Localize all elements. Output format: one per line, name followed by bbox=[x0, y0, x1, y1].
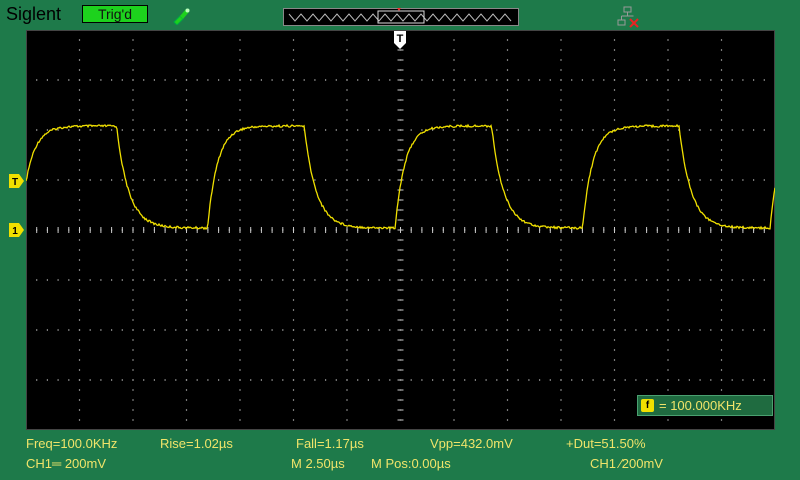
channel1-marker: 1 bbox=[9, 223, 24, 237]
network-disconnected-icon bbox=[617, 6, 639, 28]
trigger-level-marker: T bbox=[9, 174, 24, 188]
frequency-counter-icon: f bbox=[641, 399, 654, 412]
measure-duty: +Dut=51.50% bbox=[566, 436, 646, 451]
trigger-status-badge: Trig'd bbox=[82, 5, 148, 23]
graticule bbox=[26, 30, 775, 430]
probe-icon bbox=[173, 8, 190, 25]
measure-freq: Freq=100.0KHz bbox=[26, 436, 118, 451]
svg-text:1: 1 bbox=[12, 226, 18, 237]
measure-rise: Rise=1.02µs bbox=[160, 436, 233, 451]
frequency-counter-value: = 100.000KHz bbox=[659, 398, 742, 413]
measure-vpp: Vpp=432.0mV bbox=[430, 436, 513, 451]
measure-fall: Fall=1.17µs bbox=[296, 436, 364, 451]
frequency-counter: f = 100.000KHz bbox=[637, 395, 773, 416]
timeline-icon bbox=[283, 8, 519, 26]
ch1-waveform-trace bbox=[26, 123, 775, 231]
ch1-scale: CH1═ 200mV bbox=[26, 456, 107, 471]
trigger-position-marker: T bbox=[394, 31, 406, 49]
svg-text:T: T bbox=[397, 33, 404, 45]
waveform-display[interactable] bbox=[26, 30, 775, 430]
timebase: M 2.50µs bbox=[291, 456, 345, 471]
svg-text:T: T bbox=[12, 177, 18, 188]
brand-label: Siglent bbox=[6, 4, 62, 24]
trigger-setting: CH1 ⁄200mV bbox=[590, 456, 663, 471]
horizontal-position: M Pos:0.00µs bbox=[371, 456, 451, 471]
